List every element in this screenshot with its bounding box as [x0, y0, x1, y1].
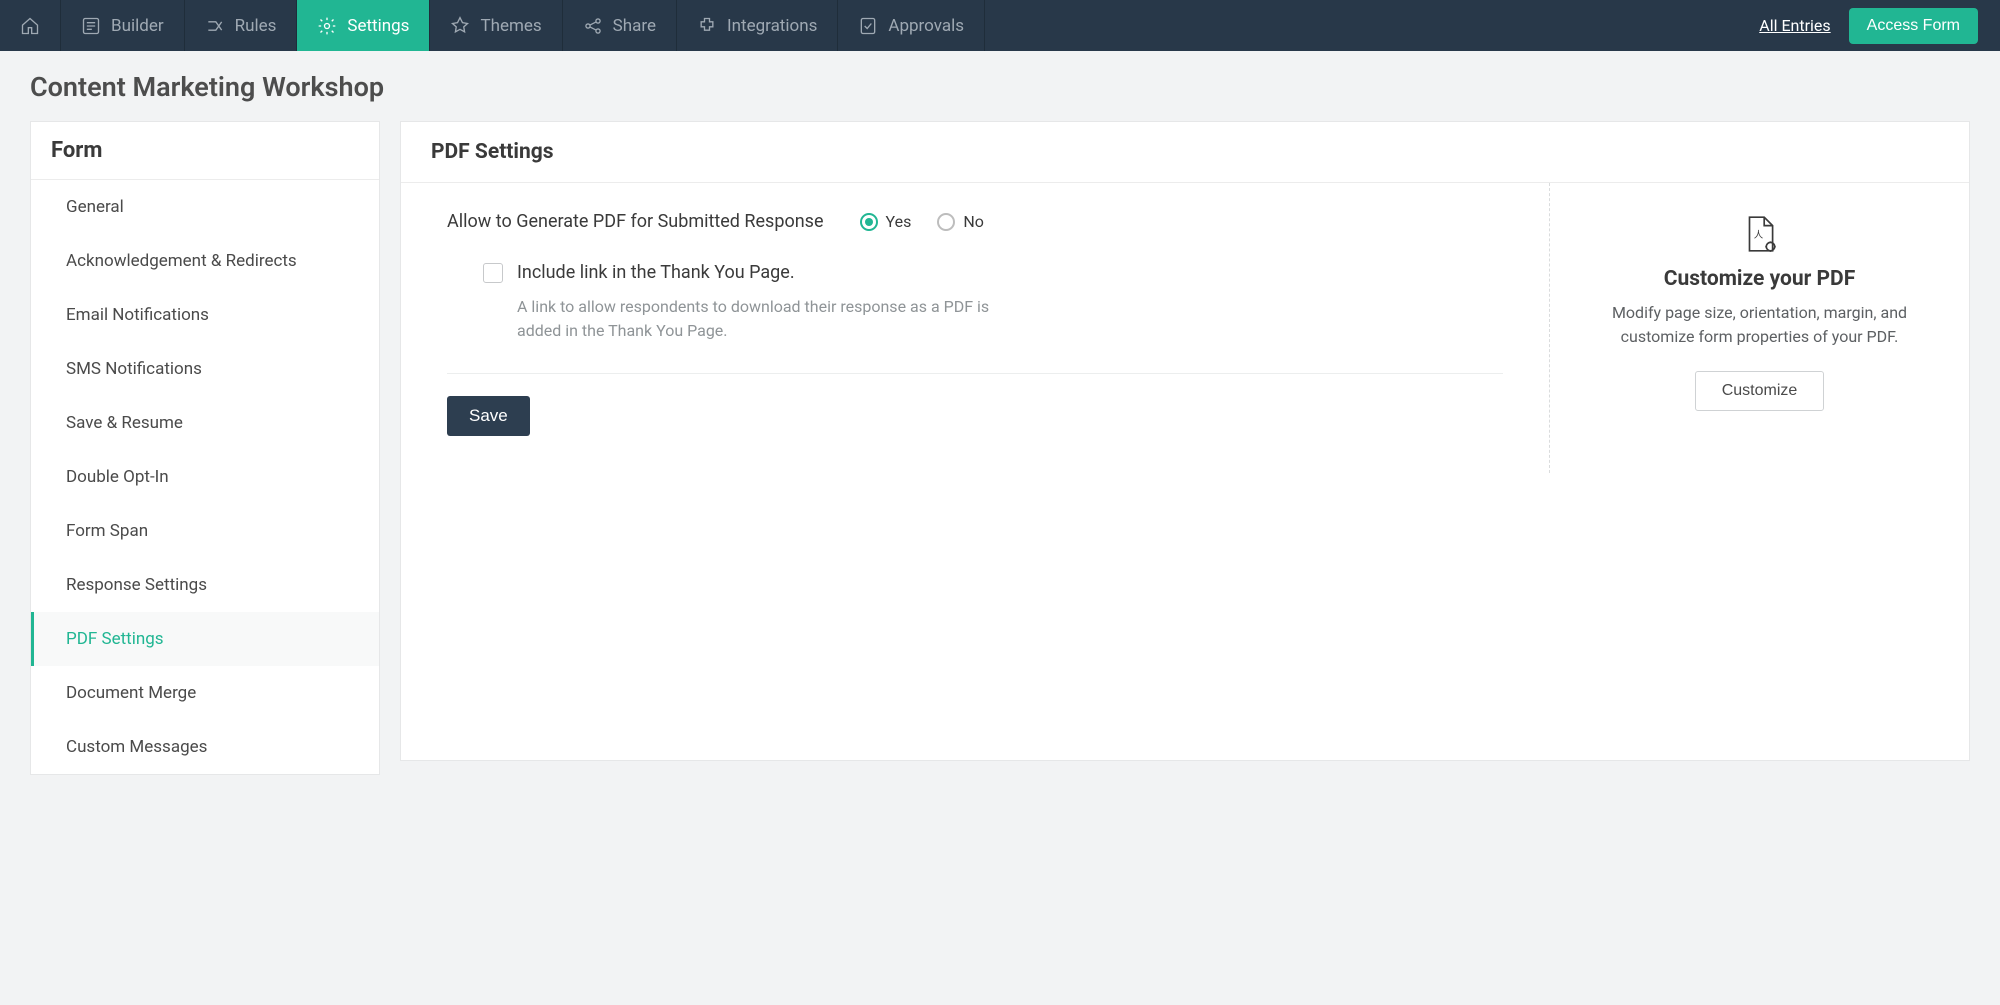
sidebar-item-acknowledgement[interactable]: Acknowledgement & Redirects: [31, 234, 379, 288]
nav-spacer: [985, 0, 1759, 51]
panel-left: Allow to Generate PDF for Submitted Resp…: [401, 183, 1549, 473]
rules-icon: [205, 16, 225, 36]
nav-label: Integrations: [727, 16, 817, 36]
allow-generate-pdf-row: Allow to Generate PDF for Submitted Resp…: [447, 211, 1503, 232]
access-form-button[interactable]: Access Form: [1849, 8, 1978, 44]
radio-dot-icon: [865, 218, 873, 226]
include-link-setting: Include link in the Thank You Page. A li…: [447, 262, 1503, 374]
nav-label: Rules: [235, 16, 277, 36]
radio-circle-icon: [860, 213, 878, 231]
customize-pdf-description: Modify page size, orientation, margin, a…: [1578, 301, 1941, 349]
sidebar-item-label: Email Notifications: [66, 305, 209, 325]
sidebar-item-label: Acknowledgement & Redirects: [66, 251, 297, 271]
nav-home[interactable]: [0, 0, 61, 51]
top-nav-right: All Entries Access Form: [1759, 0, 2000, 51]
top-nav: Builder Rules Settings Themes Share: [0, 0, 2000, 51]
approvals-icon: [858, 16, 878, 36]
radio-label: No: [963, 212, 984, 231]
share-icon: [583, 16, 603, 36]
allow-generate-pdf-radio-group: Yes No: [860, 212, 984, 231]
panel-body: Allow to Generate PDF for Submitted Resp…: [401, 183, 1969, 473]
settings-icon: [317, 16, 337, 36]
nav-rules[interactable]: Rules: [185, 0, 298, 51]
sidebar-item-label: Form Span: [66, 521, 148, 541]
nav-label: Builder: [111, 16, 164, 36]
sidebar-item-save-resume[interactable]: Save & Resume: [31, 396, 379, 450]
sidebar-item-document-merge[interactable]: Document Merge: [31, 666, 379, 720]
nav-share[interactable]: Share: [563, 0, 677, 51]
settings-sidebar: Form General Acknowledgement & Redirects…: [30, 121, 380, 775]
include-link-checkbox[interactable]: [483, 263, 503, 283]
main-panel: PDF Settings Allow to Generate PDF for S…: [400, 121, 1970, 761]
nav-label: Approvals: [888, 16, 964, 36]
customize-pdf-title: Customize your PDF: [1664, 267, 1855, 291]
nav-settings[interactable]: Settings: [297, 0, 430, 51]
allow-generate-pdf-label: Allow to Generate PDF for Submitted Resp…: [447, 211, 824, 232]
all-entries-link[interactable]: All Entries: [1759, 16, 1830, 35]
panel-right: 人 Customize your PDF Modify page size, o…: [1549, 183, 1969, 473]
sidebar-header: Form: [31, 122, 379, 180]
sidebar-item-label: Custom Messages: [66, 737, 207, 757]
svg-text:人: 人: [1753, 230, 1763, 241]
sidebar-item-label: Document Merge: [66, 683, 196, 703]
content-area: Form General Acknowledgement & Redirects…: [0, 121, 2000, 805]
sidebar-item-response-settings[interactable]: Response Settings: [31, 558, 379, 612]
home-icon: [20, 16, 40, 36]
sidebar-item-form-span[interactable]: Form Span: [31, 504, 379, 558]
radio-label: Yes: [886, 212, 912, 231]
integrations-icon: [697, 16, 717, 36]
nav-integrations[interactable]: Integrations: [677, 0, 838, 51]
themes-icon: [450, 16, 470, 36]
radio-circle-icon: [937, 213, 955, 231]
sidebar-item-label: Response Settings: [66, 575, 207, 595]
pdf-customize-icon: 人: [1739, 213, 1781, 255]
nav-themes[interactable]: Themes: [430, 0, 562, 51]
sidebar-item-label: PDF Settings: [66, 629, 164, 649]
sidebar-item-label: SMS Notifications: [66, 359, 202, 379]
nav-label: Share: [613, 16, 656, 36]
sidebar-item-custom-messages[interactable]: Custom Messages: [31, 720, 379, 774]
save-button[interactable]: Save: [447, 396, 530, 436]
sidebar-item-label: Save & Resume: [66, 413, 183, 433]
nav-label: Themes: [480, 16, 541, 36]
radio-no[interactable]: No: [937, 212, 984, 231]
radio-yes[interactable]: Yes: [860, 212, 912, 231]
include-link-checkbox-row: Include link in the Thank You Page.: [483, 262, 1503, 283]
sidebar-item-general[interactable]: General: [31, 180, 379, 234]
sidebar-item-sms-notifications[interactable]: SMS Notifications: [31, 342, 379, 396]
include-link-description: A link to allow respondents to download …: [483, 295, 1003, 343]
top-nav-left: Builder Rules Settings Themes Share: [0, 0, 985, 51]
include-link-label: Include link in the Thank You Page.: [517, 262, 795, 283]
panel-header: PDF Settings: [401, 122, 1969, 183]
nav-label: Settings: [347, 16, 409, 36]
nav-approvals[interactable]: Approvals: [838, 0, 985, 51]
sidebar-item-email-notifications[interactable]: Email Notifications: [31, 288, 379, 342]
nav-builder[interactable]: Builder: [61, 0, 185, 51]
page-title: Content Marketing Workshop: [0, 51, 2000, 121]
sidebar-item-pdf-settings[interactable]: PDF Settings: [31, 612, 379, 666]
sidebar-item-double-opt-in[interactable]: Double Opt-In: [31, 450, 379, 504]
customize-button[interactable]: Customize: [1695, 371, 1825, 411]
sidebar-item-label: Double Opt-In: [66, 467, 169, 487]
builder-icon: [81, 16, 101, 36]
sidebar-item-label: General: [66, 197, 124, 217]
